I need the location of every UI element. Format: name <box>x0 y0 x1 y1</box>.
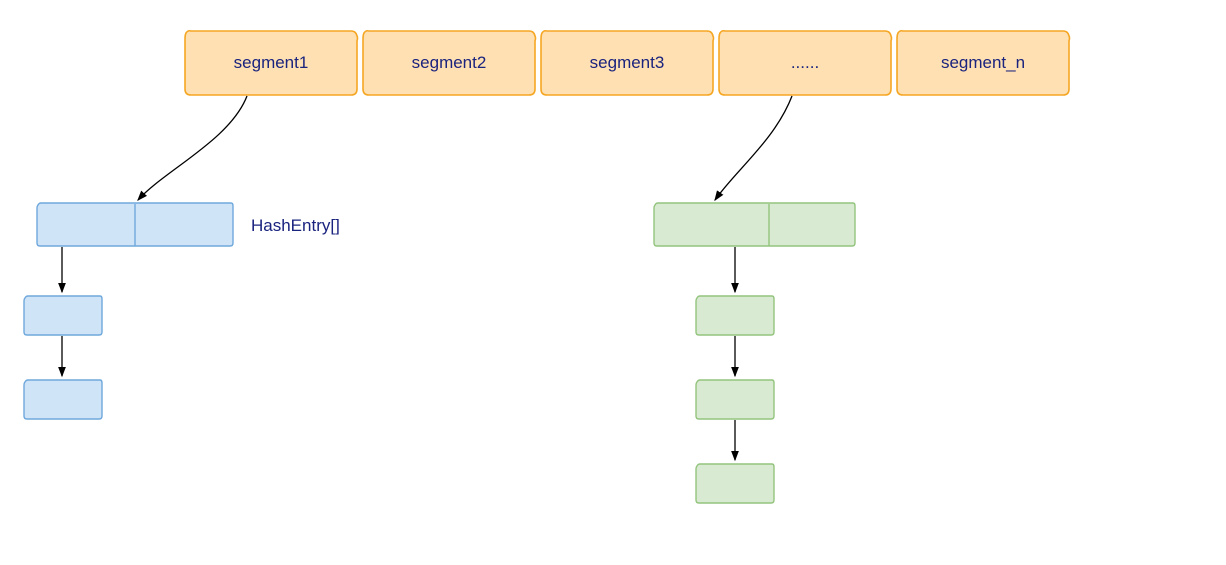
segment-box-3: segment3 <box>541 31 714 95</box>
segment-label-2: segment2 <box>412 53 487 72</box>
hashentry-array-blue <box>37 203 233 246</box>
segment-label-1: segment1 <box>234 53 309 72</box>
arrow-seg1-to-hashentry <box>138 96 247 200</box>
segment-box-4: ...... <box>719 31 892 95</box>
segment-row: segment1 segment2 segment3 ...... segmen… <box>185 31 1070 95</box>
arrow-seg4-to-green <box>715 96 792 200</box>
segment-box-2: segment2 <box>363 31 536 95</box>
hashentry-array-green <box>654 203 855 246</box>
segment-label-4: ...... <box>791 53 819 72</box>
segment-label-3: segment3 <box>590 53 665 72</box>
green-node-3 <box>696 464 774 503</box>
segment-label-5: segment_n <box>941 53 1025 72</box>
green-node-2 <box>696 380 774 419</box>
segment-box-1: segment1 <box>185 31 358 95</box>
blue-node-1 <box>24 296 102 335</box>
blue-node-2 <box>24 380 102 419</box>
segment-box-5: segment_n <box>897 31 1070 95</box>
green-node-1 <box>696 296 774 335</box>
hashentry-label: HashEntry[] <box>251 216 340 235</box>
